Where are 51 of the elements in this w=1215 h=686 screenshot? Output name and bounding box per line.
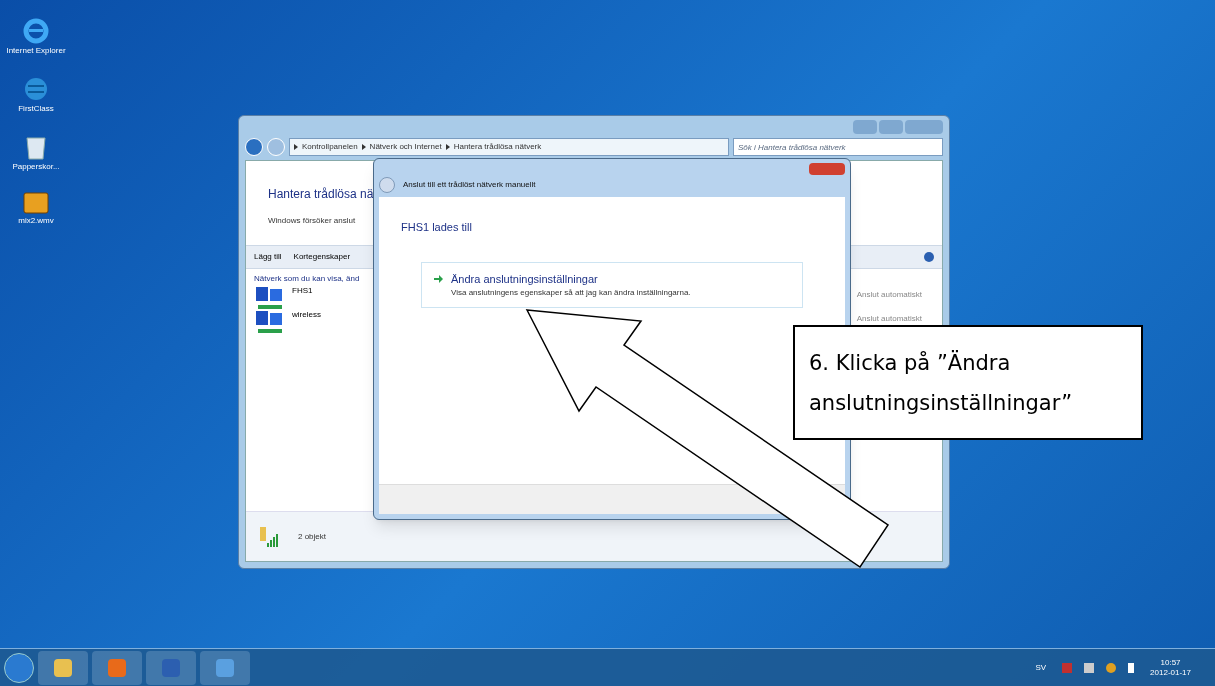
option-title: Ändra anslutningsinställningar bbox=[451, 271, 599, 287]
taskbar-app-button[interactable] bbox=[92, 650, 142, 685]
app-icon bbox=[54, 658, 72, 677]
help-icon[interactable] bbox=[924, 252, 934, 262]
back-button[interactable] bbox=[379, 177, 395, 193]
maximize-button[interactable] bbox=[879, 120, 903, 134]
breadcrumb-item[interactable]: Kontrollpanelen bbox=[302, 141, 358, 153]
app-icon bbox=[162, 658, 180, 677]
breadcrumb-item[interactable]: Hantera trådlösa nätverk bbox=[453, 141, 542, 153]
app-icon bbox=[216, 658, 234, 677]
language-indicator[interactable]: SV bbox=[1035, 661, 1047, 674]
tray-icon[interactable] bbox=[1084, 662, 1095, 673]
chevron-icon bbox=[445, 144, 450, 150]
close-button[interactable] bbox=[809, 163, 845, 175]
toolbar-button[interactable]: Kortegenskaper bbox=[293, 251, 351, 263]
change-settings-link[interactable]: Ändra anslutningsinställningar Visa anslutningens egenskaper så att jag kan ändra inställningarna. bbox=[421, 261, 803, 308]
address-bar[interactable]: Kontrollpanelen Nätverk och Internet Hantera trådlösa nätverk bbox=[289, 138, 729, 156]
dialog-title: Anslut till ett trådlöst nätverk manuellt bbox=[403, 179, 536, 191]
clock[interactable]: 10:57 2012-01-17 bbox=[1150, 657, 1191, 678]
option-description: Visa anslutningens egenskaper så att jag kan ändra inställningarna. bbox=[451, 287, 691, 299]
taskbar-app-button[interactable] bbox=[38, 650, 88, 685]
tray-icon[interactable] bbox=[1106, 662, 1117, 673]
item-count: 2 objekt bbox=[298, 530, 327, 543]
breadcrumb-item[interactable]: Nätverk och Internet bbox=[369, 141, 442, 153]
chevron-icon bbox=[361, 144, 366, 150]
search-field[interactable]: Sök i Hantera trådlösa nätverk bbox=[733, 138, 943, 156]
browser-icon bbox=[23, 18, 49, 44]
list-header: Nätverk som du kan visa, änd bbox=[254, 273, 360, 285]
taskbar-app-button[interactable] bbox=[200, 650, 250, 685]
video-file-icon bbox=[23, 192, 49, 214]
dialog-heading: FHS1 lades till bbox=[401, 220, 473, 235]
chevron-icon bbox=[294, 144, 298, 150]
connection-mode: Anslut automatiskt bbox=[856, 313, 922, 325]
start-button[interactable] bbox=[4, 652, 34, 683]
page-heading: Hantera trådlösa nä bbox=[268, 186, 375, 203]
minimize-button[interactable] bbox=[853, 120, 877, 134]
globe-icon bbox=[23, 76, 49, 102]
toolbar-button[interactable]: Lägg till bbox=[254, 251, 282, 263]
speaker-icon[interactable] bbox=[1128, 662, 1135, 673]
network-name[interactable]: FHS1 bbox=[292, 285, 313, 297]
arrow-icon bbox=[434, 274, 443, 283]
app-icon bbox=[108, 658, 126, 677]
desktop-icon-label[interactable]: Papperskor... bbox=[12, 162, 60, 172]
close-button[interactable] bbox=[905, 120, 943, 134]
network-name[interactable]: wireless bbox=[292, 309, 321, 321]
trash-bin-icon bbox=[25, 134, 47, 160]
desktop-icon-label[interactable]: mix2.wmv bbox=[18, 216, 54, 226]
connection-mode: Anslut automatiskt bbox=[856, 289, 922, 301]
desktop-icon-label[interactable]: FirstClass bbox=[18, 104, 54, 114]
instruction-text: 6. Klicka på ”Ändra anslutningsinställningar” bbox=[809, 349, 1074, 417]
desktop-icon-label[interactable]: Internet Explorer bbox=[6, 46, 66, 56]
